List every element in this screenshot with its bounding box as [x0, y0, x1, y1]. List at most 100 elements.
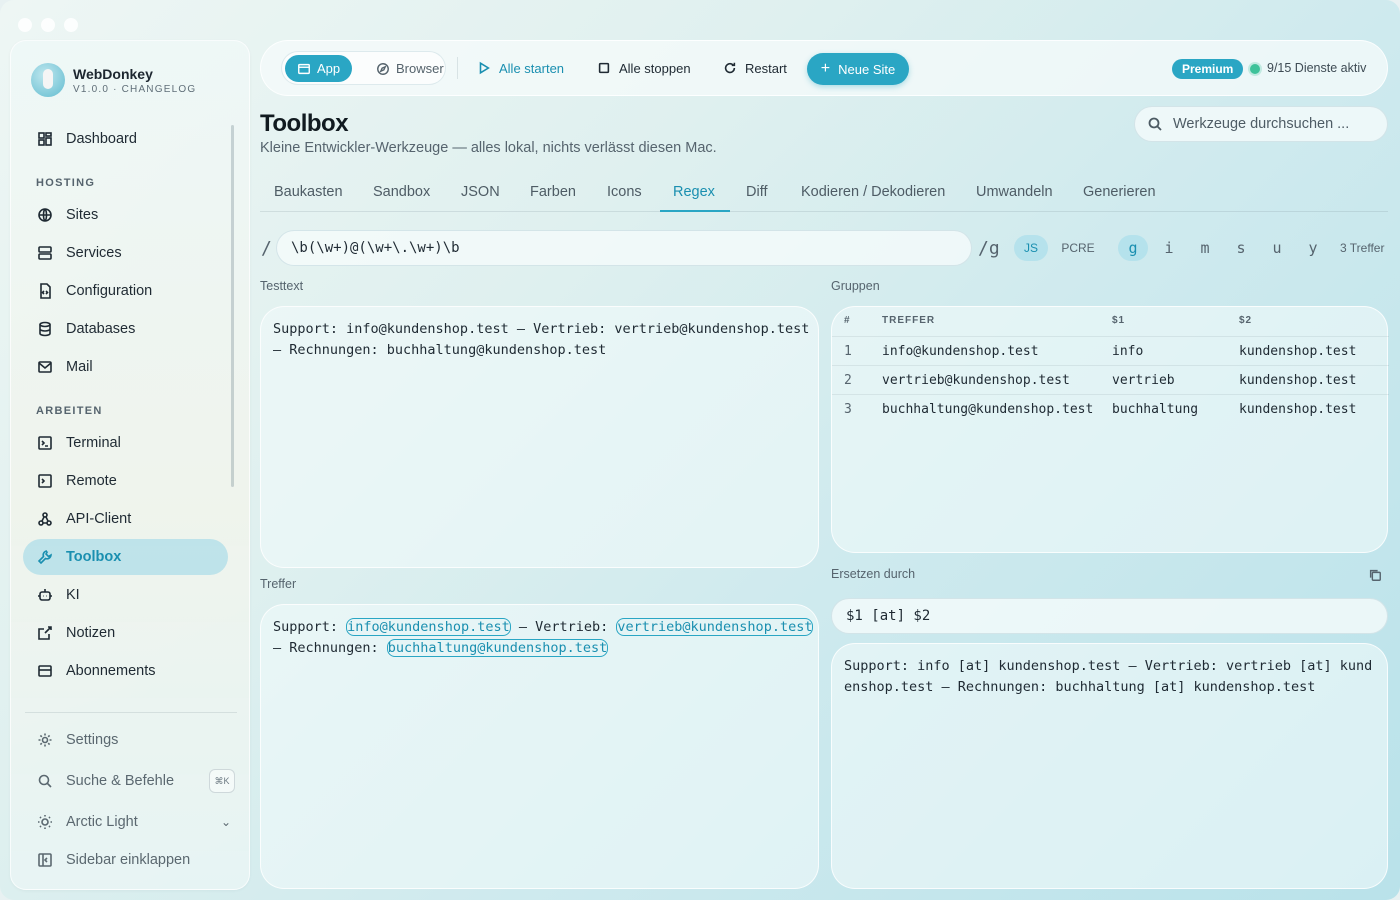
sidebar-item-sites[interactable]: Sites [23, 197, 228, 233]
sidebar-item-dashboard[interactable]: Dashboard [23, 121, 228, 157]
section-hosting: HOSTING [36, 177, 96, 189]
browser-mode-button[interactable]: Browser [364, 55, 456, 82]
flag-s-toggle[interactable]: s [1226, 235, 1256, 261]
tab-umwandeln[interactable]: Umwandeln [976, 184, 1053, 200]
tab-regex[interactable]: Regex [673, 184, 715, 200]
app-mode-button[interactable]: App [285, 55, 353, 82]
sun-icon [38, 815, 52, 829]
group1-cell: buchhaltung [1112, 394, 1239, 424]
close-window-button[interactable] [18, 18, 32, 32]
plain-text: Support: [273, 619, 347, 635]
sidebar-item-notizen[interactable]: Notizen [23, 615, 228, 651]
copy-button[interactable] [1368, 568, 1384, 584]
row-index: 2 [832, 365, 882, 395]
sidebar-item-ki[interactable]: KI [23, 577, 228, 613]
testtext-panel[interactable]: Support: info@kundenshop.test — Vertrieb… [260, 306, 819, 568]
toolbox-tabs: Baukasten Sandbox JSON Farben Icons Rege… [260, 176, 1388, 212]
robot-icon [37, 587, 53, 603]
tab-farben[interactable]: Farben [530, 184, 576, 200]
collapse-sidebar-button[interactable]: Sidebar einklappen [23, 843, 235, 877]
minimize-window-button[interactable] [41, 18, 55, 32]
match-highlight: info@kundenshop.test [346, 618, 511, 636]
tool-search-input[interactable] [1173, 116, 1363, 132]
new-site-button[interactable]: + Neue Site [807, 53, 909, 85]
sidebar-item-toolbox[interactable]: Toolbox [23, 539, 228, 575]
sidebar-item-abonnements[interactable]: Abonnements [23, 653, 228, 689]
sidebar-item-services[interactable]: Services [23, 235, 228, 271]
replace-result: Support: info [at] kundenshop.test — Ver… [844, 658, 1373, 695]
table-row[interactable]: 1 info@kundenshop.test info kundenshop.t… [832, 336, 1389, 366]
tool-search[interactable] [1134, 106, 1388, 142]
start-all-button[interactable]: Alle starten [477, 51, 564, 85]
version-changelog-link[interactable]: V1.0.0 · CHANGELOG [73, 84, 196, 95]
matches-preview: Support: info@kundenshop.test — Vertrieb… [273, 617, 821, 659]
tab-generieren[interactable]: Generieren [1083, 184, 1156, 200]
col-header: $1 [1112, 315, 1126, 326]
col-header: # [844, 315, 851, 326]
collapse-label: Sidebar einklappen [66, 852, 191, 868]
sidebar-item-terminal[interactable]: Terminal [23, 425, 228, 461]
sidebar-item-label: Notizen [66, 625, 116, 641]
table-row[interactable]: 2 vertrieb@kundenshop.test vertrieb kund… [832, 365, 1389, 395]
search-commands-button[interactable]: Suche & Befehle ⌘K [23, 764, 235, 798]
sidebar-item-label: Abonnements [66, 663, 156, 679]
sidebar: WebDonkey V1.0.0 · CHANGELOG Dashboard H… [10, 40, 250, 890]
testtext-editor[interactable]: Support: info@kundenshop.test — Vertrieb… [273, 319, 821, 361]
sidebar-item-configuration[interactable]: Configuration [23, 273, 228, 309]
engine-js-button[interactable]: JS [1014, 235, 1048, 261]
flag-m-toggle[interactable]: m [1190, 235, 1220, 261]
sidebar-collapse-icon [38, 853, 52, 867]
flag-u-toggle[interactable]: u [1262, 235, 1292, 261]
flag-g-toggle[interactable]: g [1118, 235, 1148, 261]
tab-icons[interactable]: Icons [607, 184, 642, 200]
terminal-icon [37, 435, 53, 451]
sidebar-item-remote[interactable]: Remote [23, 463, 228, 499]
testtext-label: Testtext [260, 279, 304, 293]
theme-selector[interactable]: Arctic Light ⌄ [23, 805, 235, 839]
groups-label: Gruppen [831, 279, 880, 293]
flag-y-toggle[interactable]: y [1298, 235, 1328, 261]
table-row[interactable]: 3 buchhaltung@kundenshop.test buchhaltun… [832, 394, 1389, 424]
sidebar-item-label: Toolbox [66, 549, 122, 565]
sidebar-item-label: Dashboard [66, 131, 137, 147]
play-icon [479, 61, 490, 75]
regex-pattern-input[interactable] [276, 230, 972, 266]
shortcut-badge: ⌘K [209, 769, 235, 793]
tab-json[interactable]: JSON [461, 184, 500, 200]
webhook-icon [37, 511, 53, 527]
credit-card-icon [37, 663, 53, 679]
match-cell: buchhaltung@kundenshop.test [882, 394, 1112, 424]
replace-label: Ersetzen durch [831, 567, 916, 581]
plus-icon: + [820, 60, 831, 77]
sidebar-divider [25, 712, 237, 713]
dashboard-icon [37, 131, 53, 147]
tab-diff[interactable]: Diff [746, 184, 768, 200]
group1-cell: vertrieb [1112, 365, 1239, 395]
sidebar-item-databases[interactable]: Databases [23, 311, 228, 347]
row-index: 1 [832, 336, 882, 366]
sidebar-item-api-client[interactable]: API-Client [23, 501, 228, 537]
zoom-window-button[interactable] [64, 18, 78, 32]
premium-badge[interactable]: Premium [1172, 59, 1244, 79]
engine-pcre-button[interactable]: PCRE [1056, 235, 1100, 261]
sidebar-item-label: Remote [66, 473, 117, 489]
flag-i-toggle[interactable]: i [1154, 235, 1184, 261]
search-icon [1148, 117, 1162, 131]
window-controls [18, 18, 78, 32]
replace-pattern-input[interactable] [831, 598, 1388, 634]
group2-cell: kundenshop.test [1239, 336, 1389, 366]
stop-all-button[interactable]: Alle stoppen [597, 51, 691, 85]
brand[interactable]: WebDonkey V1.0.0 · CHANGELOG [31, 63, 196, 97]
restart-button[interactable]: Restart [723, 51, 787, 85]
tab-sandbox[interactable]: Sandbox [373, 184, 430, 200]
status-indicator-icon [1250, 64, 1260, 74]
table-header: # TREFFER $1 $2 [832, 315, 1389, 337]
sidebar-item-label: Services [66, 245, 122, 261]
sidebar-scrollbar[interactable] [231, 125, 234, 487]
refresh-icon [724, 62, 736, 74]
tab-baukasten[interactable]: Baukasten [274, 184, 343, 200]
tab-kodieren[interactable]: Kodieren / Dekodieren [801, 184, 945, 200]
settings-button[interactable]: Settings [23, 723, 235, 757]
sidebar-item-label: KI [66, 587, 80, 603]
sidebar-item-mail[interactable]: Mail [23, 349, 228, 385]
